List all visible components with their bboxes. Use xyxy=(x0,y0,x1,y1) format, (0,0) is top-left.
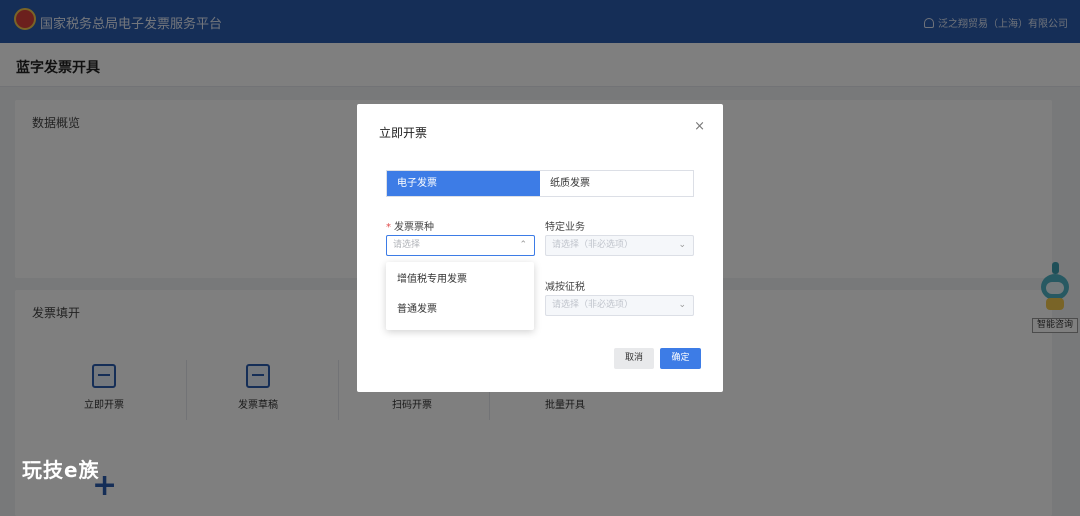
special-business-placeholder: 请选择（非必选项） xyxy=(552,240,634,250)
confirm-button[interactable]: 确定 xyxy=(660,348,701,369)
tab-electronic-invoice[interactable]: 电子发票 xyxy=(387,171,540,196)
invoice-type-select[interactable]: 请选择 ⌃ xyxy=(386,235,535,256)
invoice-type-label: * 发票票种 xyxy=(386,218,434,233)
cancel-button[interactable]: 取消 xyxy=(614,348,654,369)
chevron-up-icon: ⌃ xyxy=(519,240,527,250)
special-business-select[interactable]: 请选择（非必选项） ⌄ xyxy=(545,235,694,256)
dialog-title: 立即开票 xyxy=(379,126,428,140)
tax-reduction-placeholder: 请选择（非必选项） xyxy=(552,300,634,310)
required-mark: * xyxy=(386,222,391,233)
chevron-down-icon: ⌄ xyxy=(678,240,686,250)
chevron-down-icon: ⌄ xyxy=(678,300,686,310)
watermark: 玩技e族 xyxy=(22,458,100,482)
special-business-label: 特定业务 xyxy=(545,222,585,233)
invoice-type-placeholder: 请选择 xyxy=(393,240,421,250)
close-icon[interactable]: × xyxy=(694,119,705,134)
tax-reduction-select[interactable]: 请选择（非必选项） ⌄ xyxy=(545,295,694,316)
invoice-medium-tabs: 电子发票 纸质发票 xyxy=(386,170,694,197)
tax-reduction-label: 减按征税 xyxy=(545,282,585,293)
issue-invoice-dialog: 立即开票 × 电子发票 纸质发票 * 发票票种 请选择 ⌃ 特定业务 请选择（非必… xyxy=(357,104,723,392)
invoice-type-dropdown: 增值税专用发票 普通发票 xyxy=(386,262,534,330)
dropdown-option-vat-special[interactable]: 增值税专用发票 xyxy=(386,265,534,295)
invoice-type-label-text: 发票票种 xyxy=(394,222,434,233)
dropdown-option-ordinary[interactable]: 普通发票 xyxy=(386,295,534,325)
tab-paper-invoice[interactable]: 纸质发票 xyxy=(540,171,693,196)
